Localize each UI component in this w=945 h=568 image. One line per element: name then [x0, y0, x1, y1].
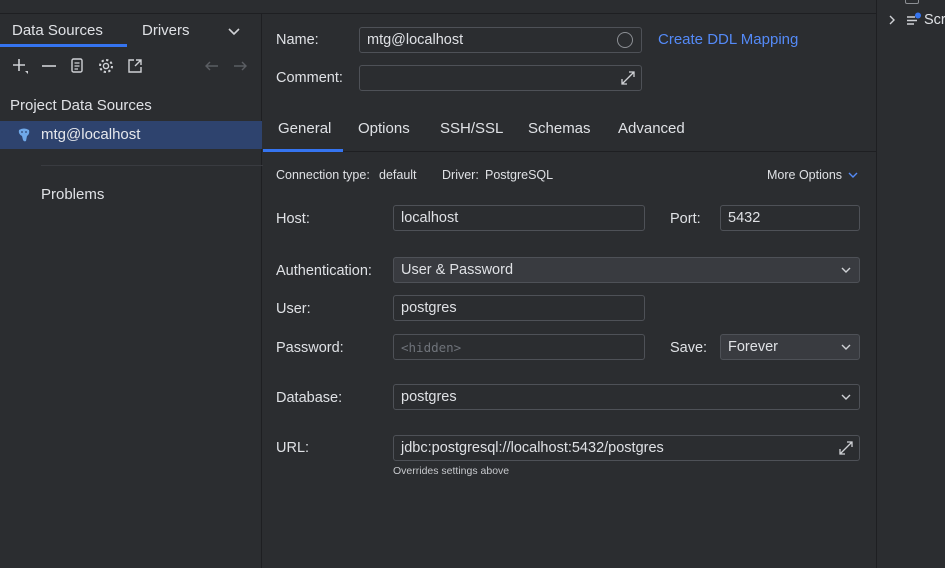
back-arrow-icon[interactable]	[203, 57, 221, 75]
create-ddl-mapping-link[interactable]: Create DDL Mapping	[658, 31, 798, 48]
tab-advanced[interactable]: Advanced	[618, 120, 685, 137]
section-title: Project Data Sources	[10, 97, 152, 114]
add-icon[interactable]	[11, 57, 29, 75]
user-label: User:	[276, 301, 311, 317]
authentication-select[interactable]: User & Password	[393, 257, 860, 283]
expand-icon[interactable]	[620, 70, 636, 86]
active-tab-indicator	[263, 149, 343, 152]
password-field[interactable]: <hidden>	[393, 334, 645, 360]
connection-type-label: Connection type:	[276, 168, 370, 182]
remove-icon[interactable]	[40, 57, 58, 75]
comment-label: Comment:	[276, 70, 343, 86]
gear-icon[interactable]	[97, 57, 115, 75]
scratches-icon	[907, 12, 921, 25]
name-label: Name:	[276, 32, 319, 48]
database-label: Database:	[276, 390, 343, 406]
datasource-label: mtg@localhost	[41, 126, 141, 143]
forward-arrow-icon[interactable]	[231, 57, 249, 75]
color-circle-icon[interactable]	[617, 32, 633, 48]
url-hint: Overrides settings above	[393, 465, 510, 477]
save-select[interactable]: Forever	[720, 334, 860, 360]
url-field[interactable]: jdbc:postgresql://localhost:5432/postgre…	[393, 435, 860, 461]
expand-icon[interactable]	[838, 440, 854, 456]
save-label: Save:	[670, 340, 708, 356]
scratches-label[interactable]: Scr	[924, 12, 945, 28]
postgresql-icon	[18, 128, 30, 142]
copy-icon[interactable]	[68, 57, 86, 75]
host-label: Host:	[276, 211, 310, 227]
tab-ssh-ssl[interactable]: SSH/SSL	[440, 120, 503, 137]
connection-type-link[interactable]: default	[379, 168, 417, 182]
url-label: URL:	[276, 440, 310, 456]
port-field[interactable]: 5432	[720, 205, 860, 231]
datasource-settings-panel: Name: mtg@localhost Create DDL Mapping C…	[263, 14, 876, 568]
right-panel: Scr	[876, 0, 945, 568]
tab-schemas[interactable]: Schemas	[528, 120, 591, 137]
chevron-right-icon[interactable]	[887, 14, 897, 26]
password-label: Password:	[276, 340, 344, 356]
jump-to-icon[interactable]	[126, 57, 144, 75]
authentication-label: Authentication:	[276, 263, 372, 279]
name-field[interactable]: mtg@localhost	[359, 27, 642, 53]
driver-label: Driver:	[442, 168, 479, 182]
port-label: Port:	[670, 211, 701, 227]
database-field[interactable]: postgres	[393, 384, 860, 410]
tab-drivers[interactable]: Drivers	[142, 22, 190, 39]
host-field[interactable]: localhost	[393, 205, 645, 231]
active-tab-indicator	[0, 44, 127, 47]
chevron-down-icon[interactable]	[848, 171, 858, 179]
more-options-link[interactable]: More Options	[767, 168, 842, 182]
list-item-datasource[interactable]: mtg@localhost	[0, 121, 262, 149]
driver-link[interactable]: PostgreSQL	[485, 168, 553, 182]
top-strip	[0, 0, 876, 14]
problems-item[interactable]: Problems	[41, 186, 104, 203]
tab-options[interactable]: Options	[358, 120, 410, 137]
data-sources-panel: Data Sources Drivers Project Data Source…	[0, 14, 273, 568]
window-icon	[905, 0, 919, 4]
chevron-down-icon[interactable]	[841, 393, 851, 401]
tabs-divider	[263, 151, 876, 152]
tab-data-sources[interactable]: Data Sources	[12, 22, 103, 39]
chevron-down-icon[interactable]	[226, 25, 242, 39]
comment-field[interactable]	[359, 65, 642, 91]
chevron-down-icon	[841, 344, 851, 350]
divider	[41, 165, 273, 166]
user-field[interactable]: postgres	[393, 295, 645, 321]
tab-general[interactable]: General	[278, 120, 331, 137]
chevron-down-icon	[841, 267, 851, 273]
